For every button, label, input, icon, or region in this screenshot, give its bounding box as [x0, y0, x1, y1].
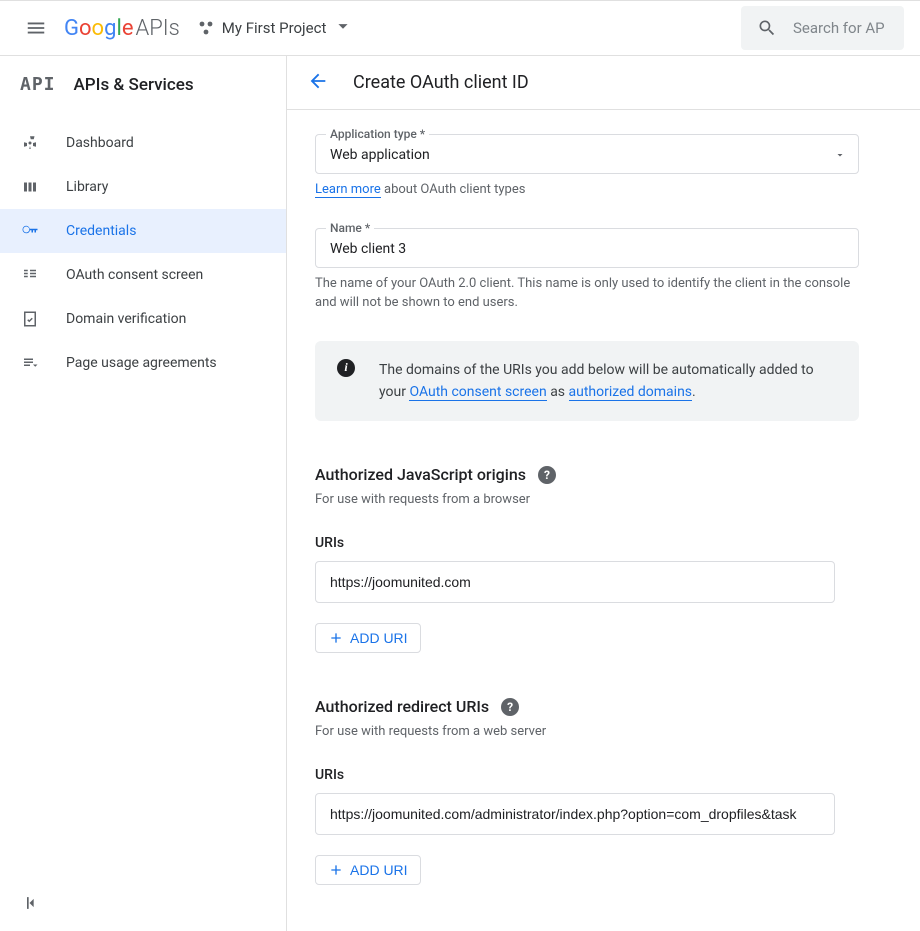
search-icon — [757, 18, 777, 38]
redirect-uris-section: Authorized redirect URIs ? For use with … — [315, 697, 859, 885]
sidebar-item-credentials[interactable]: Credentials — [0, 209, 286, 253]
sidebar-item-dashboard[interactable]: Dashboard — [0, 121, 286, 165]
sidebar-item-label: Credentials — [66, 223, 136, 239]
back-arrow-button[interactable] — [307, 70, 329, 96]
redirect-uri-input[interactable] — [315, 793, 835, 835]
redirect-sub: For use with requests from a web server — [315, 724, 859, 739]
name-label: Name * — [326, 221, 374, 235]
uris-label: URIs — [315, 535, 859, 551]
key-icon — [20, 221, 40, 241]
app-type-label: Application type * — [326, 127, 429, 141]
js-origin-uri-input[interactable] — [315, 561, 835, 603]
add-uri-label: ADD URI — [350, 862, 408, 878]
search-placeholder: Search for AP — [793, 19, 885, 37]
sidebar-item-domain-verification[interactable]: Domain verification — [0, 297, 286, 341]
api-logo: API — [20, 74, 56, 95]
dropdown-arrow-icon — [834, 149, 846, 165]
authorized-domains-link[interactable]: authorized domains — [569, 384, 693, 401]
search-box[interactable]: Search for AP — [741, 6, 904, 50]
apis-text: APIs — [135, 16, 179, 41]
sidebar-item-library[interactable]: Library — [0, 165, 286, 209]
library-icon — [20, 177, 40, 197]
name-input[interactable]: Name * Web client 3 — [315, 228, 859, 268]
hamburger-menu-button[interactable] — [16, 8, 56, 48]
application-type-select[interactable]: Application type * Web application — [315, 134, 859, 174]
info-icon: i — [337, 359, 355, 377]
sidebar-item-label: OAuth consent screen — [66, 267, 203, 283]
consent-icon — [20, 265, 40, 285]
learn-more-link[interactable]: Learn more — [315, 182, 381, 198]
sidebar-item-page-usage[interactable]: Page usage agreements — [0, 341, 286, 385]
check-icon — [20, 309, 40, 329]
help-icon[interactable]: ? — [538, 466, 556, 484]
usage-icon — [20, 353, 40, 373]
project-dots-icon — [198, 20, 214, 36]
js-origins-sub: For use with requests from a browser — [315, 492, 859, 507]
sidebar-header: API APIs & Services — [0, 56, 286, 113]
info-text: The domains of the URIs you add below wi… — [379, 359, 837, 404]
js-origins-title: Authorized JavaScript origins — [315, 465, 526, 484]
info-box: i The domains of the URIs you add below … — [315, 341, 859, 422]
collapse-sidebar-button[interactable] — [22, 893, 42, 917]
sidebar-item-label: Dashboard — [66, 135, 134, 151]
add-redirect-uri-button[interactable]: ADD URI — [315, 855, 421, 885]
sidebar: API APIs & Services Dashboard Library Cr… — [0, 56, 287, 931]
main-content: Create OAuth client ID Application type … — [287, 56, 920, 931]
project-selector[interactable]: My First Project — [198, 15, 355, 41]
add-js-origin-button[interactable]: ADD URI — [315, 623, 421, 653]
uris-label: URIs — [315, 767, 859, 783]
page-title: Create OAuth client ID — [353, 72, 529, 93]
google-apis-logo[interactable]: Google APIs — [64, 16, 180, 41]
sidebar-item-label: Page usage agreements — [66, 355, 217, 371]
js-origins-section: Authorized JavaScript origins ? For use … — [315, 465, 859, 653]
app-type-helper: Learn more about OAuth client types — [315, 180, 859, 200]
top-header: Google APIs My First Project Search for … — [0, 0, 920, 56]
name-value: Web client 3 — [316, 229, 858, 267]
main-header: Create OAuth client ID — [287, 56, 920, 110]
sidebar-item-label: Library — [66, 179, 108, 195]
sidebar-item-label: Domain verification — [66, 311, 186, 327]
project-name: My First Project — [222, 19, 327, 37]
sidebar-title: APIs & Services — [74, 75, 194, 95]
caret-down-icon — [332, 15, 354, 41]
name-helper: The name of your OAuth 2.0 client. This … — [315, 274, 859, 313]
redirect-title: Authorized redirect URIs — [315, 697, 489, 716]
oauth-consent-link[interactable]: OAuth consent screen — [409, 384, 546, 401]
add-uri-label: ADD URI — [350, 630, 408, 646]
help-icon[interactable]: ? — [501, 698, 519, 716]
sidebar-item-oauth-consent[interactable]: OAuth consent screen — [0, 253, 286, 297]
dashboard-icon — [20, 133, 40, 153]
